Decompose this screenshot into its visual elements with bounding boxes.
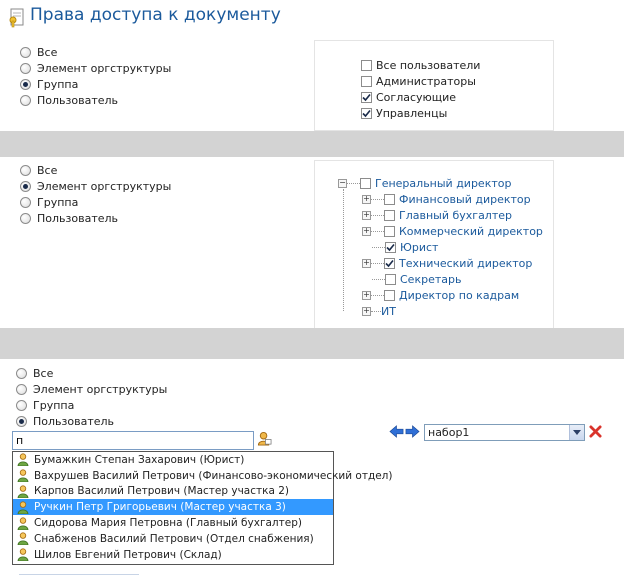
radio-button[interactable] [16, 415, 27, 427]
tree-node-lawyer[interactable]: Юрист [372, 239, 438, 255]
arrow-left-icon[interactable] [389, 424, 404, 439]
radio-user[interactable]: Пользователь [16, 413, 167, 429]
tree-node-commercial-director[interactable]: + Коммерческий директор [362, 223, 543, 239]
bottom-divider [19, 574, 139, 575]
checkbox-checked[interactable] [361, 91, 372, 103]
section-separator [0, 328, 624, 359]
suggestion-item[interactable]: Бумажкин Степан Захарович (Юрист) [13, 452, 333, 468]
group-item-all-users[interactable]: Все пользователи [361, 57, 553, 73]
expand-toggle-icon[interactable]: + [362, 194, 371, 204]
section-user-radios: Все Элемент оргструктуры Группа Пользова… [16, 365, 167, 429]
radio-button[interactable] [16, 367, 27, 379]
tree-node-it[interactable]: + ИТ [362, 303, 396, 319]
checkbox[interactable] [384, 289, 395, 301]
radio-button[interactable] [20, 94, 31, 106]
user-icon [17, 469, 29, 483]
user-icon [17, 532, 29, 546]
org-tree-panel: − Генеральный директор + Финансовый дирек… [314, 160, 554, 328]
set-select-value: набор1 [428, 426, 470, 439]
checkbox[interactable] [384, 225, 395, 237]
user-icon [17, 485, 29, 498]
expand-toggle-icon[interactable]: + [362, 306, 371, 316]
suggestion-item-selected[interactable]: Ручкин Петр Григорьевич (Мастер участка … [13, 499, 333, 516]
user-icon [17, 501, 29, 514]
radio-all[interactable]: Все [20, 162, 171, 178]
tree-node-secretary[interactable]: Секретарь [372, 271, 461, 287]
suggestion-item[interactable]: Карпов Василий Петрович (Мастер участка … [13, 484, 333, 500]
tree-node-root[interactable]: − Генеральный директор [338, 175, 511, 191]
radio-org-element[interactable]: Элемент оргструктуры [20, 178, 171, 194]
radio-all[interactable]: Все [16, 365, 167, 381]
radio-org-element[interactable]: Элемент оргструктуры [16, 381, 167, 397]
radio-button[interactable] [16, 383, 27, 395]
radio-button[interactable] [20, 196, 31, 208]
checkbox-checked[interactable] [384, 257, 395, 269]
checkbox[interactable] [361, 75, 372, 87]
expand-toggle-icon[interactable]: + [362, 210, 371, 220]
set-select[interactable]: набор1 [424, 424, 585, 441]
checkbox[interactable] [384, 209, 395, 221]
user-icon [17, 453, 29, 467]
radio-button[interactable] [20, 212, 31, 224]
section-group-radios: Все Элемент оргструктуры Группа Пользова… [20, 44, 171, 108]
radio-all[interactable]: Все [20, 44, 171, 60]
suggestion-item[interactable]: Сидорова Мария Петровна (Главный бухгалт… [13, 515, 333, 531]
checkbox[interactable] [361, 59, 372, 71]
delete-icon[interactable] [589, 425, 602, 438]
page-title: Права доступа к документу [30, 5, 281, 25]
chevron-down-icon[interactable] [569, 425, 584, 440]
radio-button[interactable] [20, 180, 31, 192]
radio-group[interactable]: Группа [20, 194, 171, 210]
radio-button[interactable] [16, 399, 27, 411]
user-search-input[interactable] [12, 431, 254, 450]
suggestion-item[interactable]: Шилов Евгений Петрович (Склад) [13, 547, 333, 563]
user-lookup-icon[interactable] [257, 431, 272, 446]
tree-node-finance-director[interactable]: + Финансовый директор [362, 191, 531, 207]
arrow-right-icon[interactable] [405, 424, 420, 439]
group-item-admins[interactable]: Администраторы [361, 73, 553, 89]
group-item-approvers[interactable]: Согласующие [361, 89, 553, 105]
section-org-radios: Все Элемент оргструктуры Группа Пользова… [20, 162, 171, 226]
radio-button[interactable] [20, 62, 31, 74]
checkbox-checked[interactable] [361, 107, 372, 119]
checkbox[interactable] [385, 273, 396, 285]
suggestion-item[interactable]: Снабженов Василий Петрович (Отдел снабже… [13, 531, 333, 547]
tree-node-technical-director[interactable]: + Технический директор [362, 255, 532, 271]
expand-toggle-icon[interactable]: + [362, 258, 371, 268]
section-separator [0, 131, 624, 157]
user-icon [17, 516, 29, 530]
radio-group[interactable]: Группа [20, 76, 171, 92]
group-list-panel: Все пользователи Администраторы Согласую… [314, 40, 554, 131]
user-suggestions-dropdown: Бумажкин Степан Захарович (Юрист) Вахруш… [12, 451, 393, 565]
checkbox-checked[interactable] [385, 241, 396, 253]
expand-toggle-icon[interactable]: + [362, 226, 371, 236]
suggestion-item[interactable]: Вахрушев Василий Петрович (Финансово-эко… [13, 468, 393, 484]
radio-user[interactable]: Пользователь [20, 92, 171, 108]
user-icon [17, 548, 29, 562]
radio-button[interactable] [20, 78, 31, 90]
checkbox[interactable] [360, 177, 371, 189]
tree-node-chief-accountant[interactable]: + Главный бухгалтер [362, 207, 512, 223]
radio-group[interactable]: Группа [16, 397, 167, 413]
radio-button[interactable] [20, 46, 31, 58]
radio-button[interactable] [20, 164, 31, 176]
expand-toggle-icon[interactable]: + [362, 290, 371, 300]
group-item-managers[interactable]: Управленцы [361, 105, 553, 121]
radio-user[interactable]: Пользователь [20, 210, 171, 226]
collapse-toggle-icon[interactable]: − [338, 178, 347, 188]
checkbox[interactable] [384, 193, 395, 205]
document-key-icon [9, 8, 24, 28]
radio-org-element[interactable]: Элемент оргструктуры [20, 60, 171, 76]
tree-node-hr-director[interactable]: + Директор по кадрам [362, 287, 519, 303]
